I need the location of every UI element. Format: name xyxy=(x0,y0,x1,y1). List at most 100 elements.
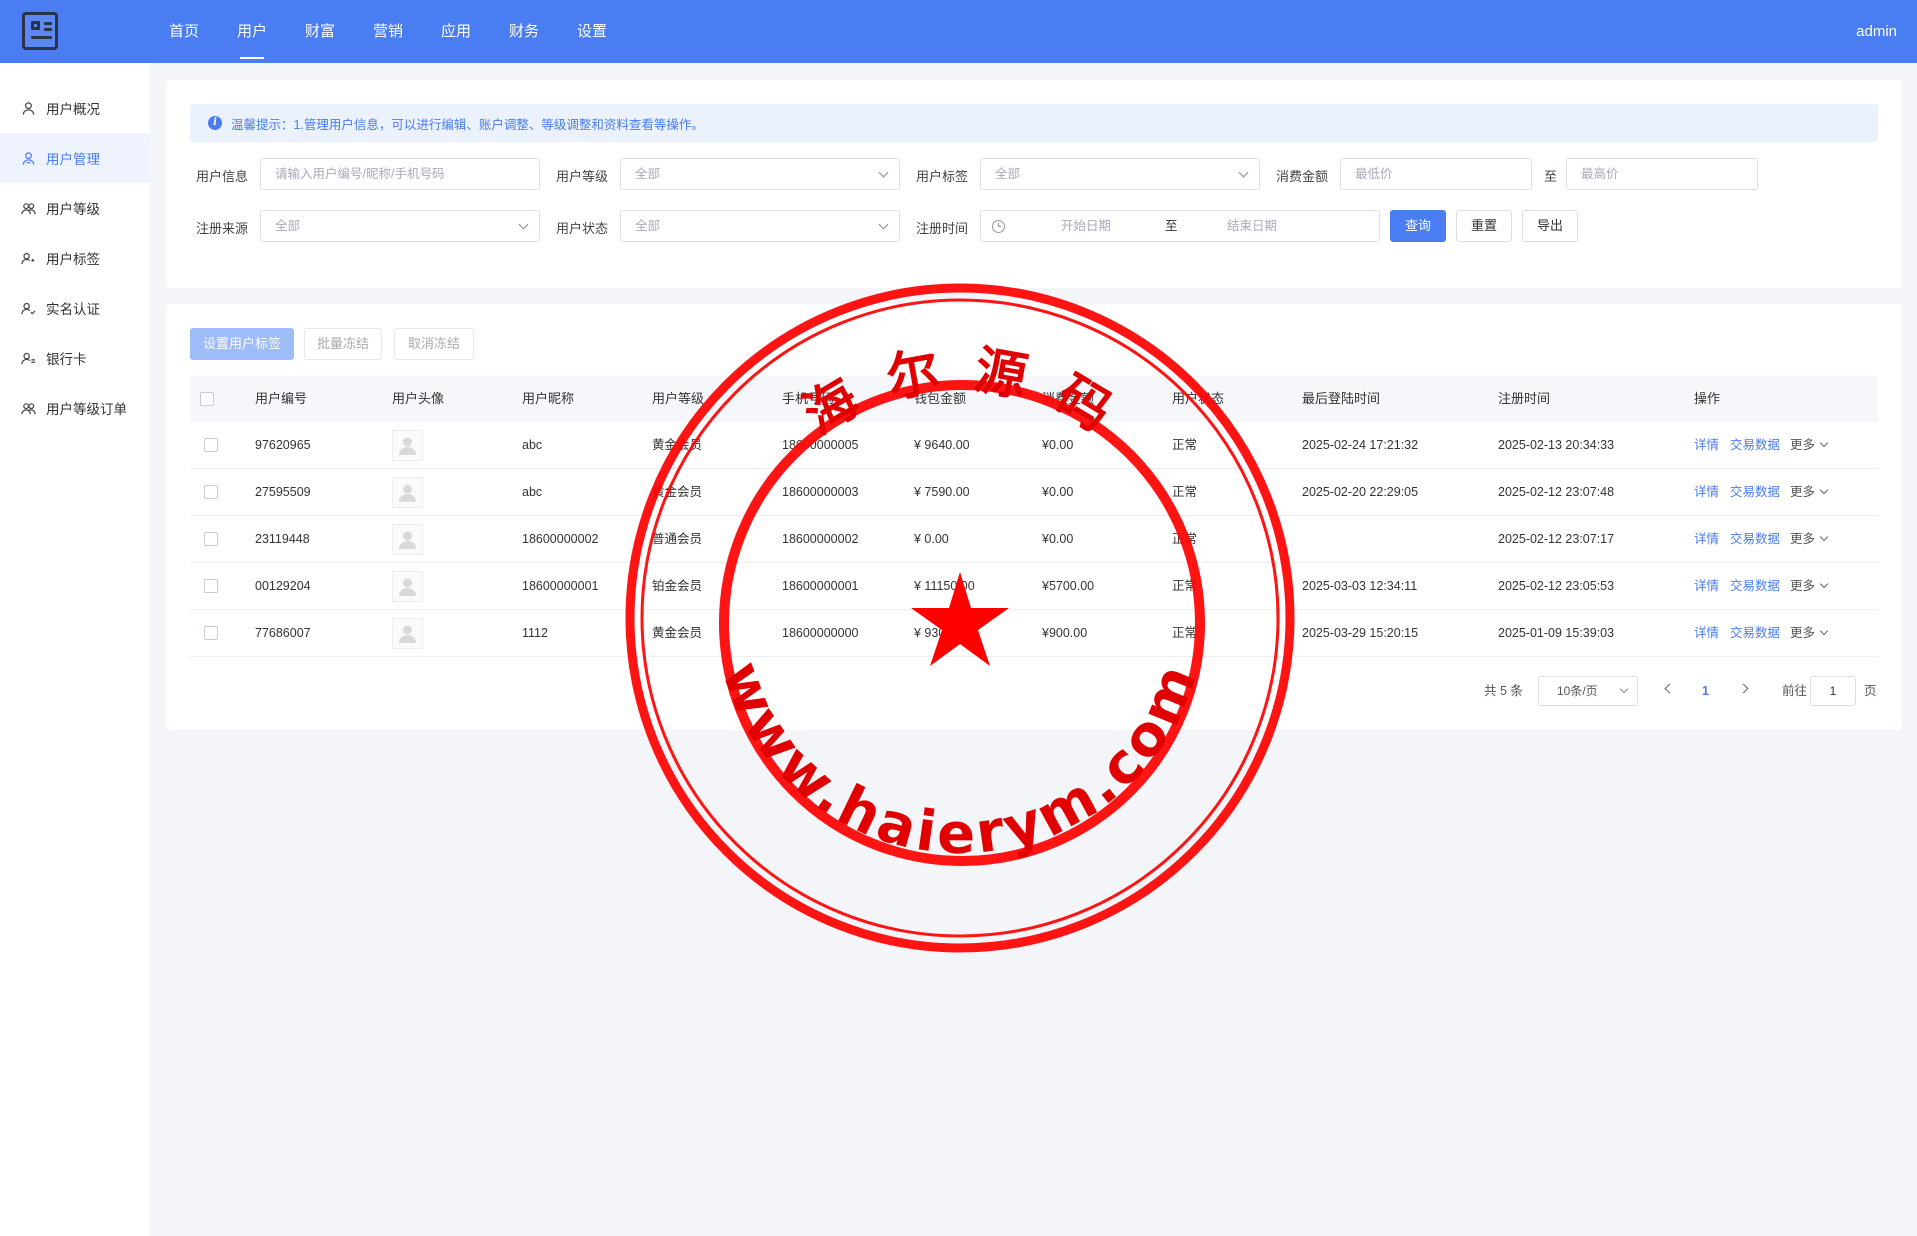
detail-link[interactable]: 详情 xyxy=(1694,516,1719,563)
batch-freeze-button[interactable]: 批量冻结 xyxy=(304,328,382,360)
table-row: 77686007 1112 黄金会员 18600000000 ¥ 9300.00… xyxy=(190,610,1878,657)
logo-icon[interactable] xyxy=(22,12,58,50)
sidebar-item-user-overview[interactable]: 用户概况 xyxy=(0,83,150,133)
more-dropdown[interactable]: 更多 xyxy=(1790,422,1829,469)
user-level-select[interactable]: 全部 xyxy=(620,158,900,190)
row-checkbox[interactable] xyxy=(204,626,218,640)
goto-page-input[interactable]: 1 xyxy=(1810,676,1856,706)
sidebar-item-level-orders[interactable]: 用户等级订单 xyxy=(0,383,150,433)
user-verify-icon xyxy=(20,300,36,316)
sidebar-item-user-tag[interactable]: 用户标签 xyxy=(0,233,150,283)
detail-link[interactable]: 详情 xyxy=(1694,563,1719,610)
cancel-freeze-button[interactable]: 取消冻结 xyxy=(394,328,474,360)
nav-marketing[interactable]: 营销 xyxy=(354,0,422,63)
row-checkbox[interactable] xyxy=(204,579,218,593)
user-card-icon xyxy=(20,350,36,366)
more-dropdown[interactable]: 更多 xyxy=(1790,610,1829,657)
page-size-select[interactable]: 10条/页 xyxy=(1538,676,1638,706)
user-status-select[interactable]: 全部 xyxy=(620,210,900,242)
detail-link[interactable]: 详情 xyxy=(1694,422,1719,469)
trade-data-link[interactable]: 交易数据 xyxy=(1730,610,1780,657)
user-status-value: 全部 xyxy=(635,219,661,233)
sidebar-item-bank-card[interactable]: 银行卡 xyxy=(0,333,150,383)
user-id: 27595509 xyxy=(255,485,311,499)
detail-link[interactable]: 详情 xyxy=(1694,610,1719,657)
col-spent: 消费金额 xyxy=(1042,391,1095,406)
wallet-amount: ¥ 9640.00 xyxy=(914,438,970,452)
user-menu[interactable]: admin xyxy=(1856,0,1897,63)
chevron-down-icon xyxy=(1819,485,1829,495)
trade-data-link[interactable]: 交易数据 xyxy=(1730,563,1780,610)
goto-label: 前往 xyxy=(1782,684,1808,698)
sidebar-item-real-name[interactable]: 实名认证 xyxy=(0,283,150,333)
more-label: 更多 xyxy=(1790,485,1816,499)
row-checkbox[interactable] xyxy=(204,485,218,499)
user-tag-select[interactable]: 全部 xyxy=(980,158,1260,190)
page-size-value: 10条/页 xyxy=(1557,684,1598,698)
user-level-label: 用户等级 xyxy=(556,169,609,184)
more-dropdown[interactable]: 更多 xyxy=(1790,516,1829,563)
last-login-time: 2025-03-03 12:34:11 xyxy=(1302,579,1418,593)
query-button[interactable]: 查询 xyxy=(1390,210,1446,242)
current-page[interactable]: 1 xyxy=(1702,676,1709,706)
select-all-checkbox[interactable] xyxy=(200,392,214,406)
chevron-down-icon xyxy=(1238,167,1249,178)
spend-min-input[interactable]: 最低价 xyxy=(1340,158,1532,190)
date-range-picker[interactable]: 开始日期 至 结束日期 xyxy=(980,210,1380,242)
trade-data-link[interactable]: 交易数据 xyxy=(1730,516,1780,563)
user-id: 00129204 xyxy=(255,579,311,593)
nav-settings[interactable]: 设置 xyxy=(558,0,626,63)
sidebar-item-user-manage[interactable]: 用户管理 xyxy=(0,133,150,183)
reg-source-select[interactable]: 全部 xyxy=(260,210,540,242)
export-button[interactable]: 导出 xyxy=(1522,210,1578,242)
more-dropdown[interactable]: 更多 xyxy=(1790,563,1829,610)
tip-banner: i 温馨提示：1.管理用户信息，可以进行编辑、账户调整、等级调整和资料查看等操作… xyxy=(190,104,1878,142)
detail-link[interactable]: 详情 xyxy=(1694,469,1719,516)
user-icon xyxy=(20,100,36,116)
sidebar: 用户概况 用户管理 用户等级 用户标签 实名认证 银行卡 用户等级订单 xyxy=(0,63,150,1236)
col-level: 用户等级 xyxy=(652,391,705,406)
nav-home[interactable]: 首页 xyxy=(150,0,218,63)
clock-icon xyxy=(992,220,1005,233)
col-user-id: 用户编号 xyxy=(255,391,308,406)
nav-finance[interactable]: 财务 xyxy=(490,0,558,63)
table-header: 用户编号 用户头像 用户昵称 用户等级 手机号码 钱包金额 消费金额 用户状态 … xyxy=(190,376,1878,422)
chevron-down-icon xyxy=(1819,626,1829,636)
spend-max-input[interactable]: 最高价 xyxy=(1566,158,1758,190)
nav-wealth[interactable]: 财富 xyxy=(286,0,354,63)
spend-label: 消费金额 xyxy=(1276,169,1329,184)
trade-data-link[interactable]: 交易数据 xyxy=(1730,422,1780,469)
prev-page-icon[interactable] xyxy=(1664,683,1675,694)
end-date-input[interactable]: 结束日期 xyxy=(1227,211,1277,241)
filter-panel: i 温馨提示：1.管理用户信息，可以进行编辑、账户调整、等级调整和资料查看等操作… xyxy=(166,80,1902,288)
reg-time-label: 注册时间 xyxy=(916,221,969,236)
chevron-down-icon xyxy=(1819,438,1829,448)
chevron-down-icon xyxy=(518,219,529,230)
row-checkbox[interactable] xyxy=(204,532,218,546)
sidebar-item-label: 用户管理 xyxy=(46,152,100,167)
nav-apps[interactable]: 应用 xyxy=(422,0,490,63)
user-level: 黄金会员 xyxy=(652,626,703,640)
nav-users[interactable]: 用户 xyxy=(218,0,286,63)
avatar xyxy=(392,618,423,649)
chevron-down-icon xyxy=(878,167,889,178)
start-date-input[interactable]: 开始日期 xyxy=(1061,211,1111,241)
next-page-icon[interactable] xyxy=(1738,683,1749,694)
col-phone: 手机号码 xyxy=(782,391,835,406)
set-user-tag-button[interactable]: 设置用户标签 xyxy=(190,328,294,360)
nickname: abc xyxy=(522,485,543,499)
col-wallet: 钱包金额 xyxy=(914,391,967,406)
more-label: 更多 xyxy=(1790,532,1816,546)
trade-data-link[interactable]: 交易数据 xyxy=(1730,469,1780,516)
user-status: 正常 xyxy=(1172,579,1198,593)
sidebar-item-user-level[interactable]: 用户等级 xyxy=(0,183,150,233)
wallet-amount: ¥ 11150.00 xyxy=(914,579,975,593)
avatar xyxy=(392,430,423,461)
reset-button[interactable]: 重置 xyxy=(1456,210,1512,242)
row-checkbox[interactable] xyxy=(204,438,218,452)
spend-to-label: 至 xyxy=(1544,169,1558,184)
more-dropdown[interactable]: 更多 xyxy=(1790,469,1829,516)
user-info-input[interactable]: 请输入用户编号/昵称/手机号码 xyxy=(260,158,540,190)
more-label: 更多 xyxy=(1790,438,1816,452)
table-row: 00129204 18600000001 铂金会员 18600000001 ¥ … xyxy=(190,563,1878,610)
